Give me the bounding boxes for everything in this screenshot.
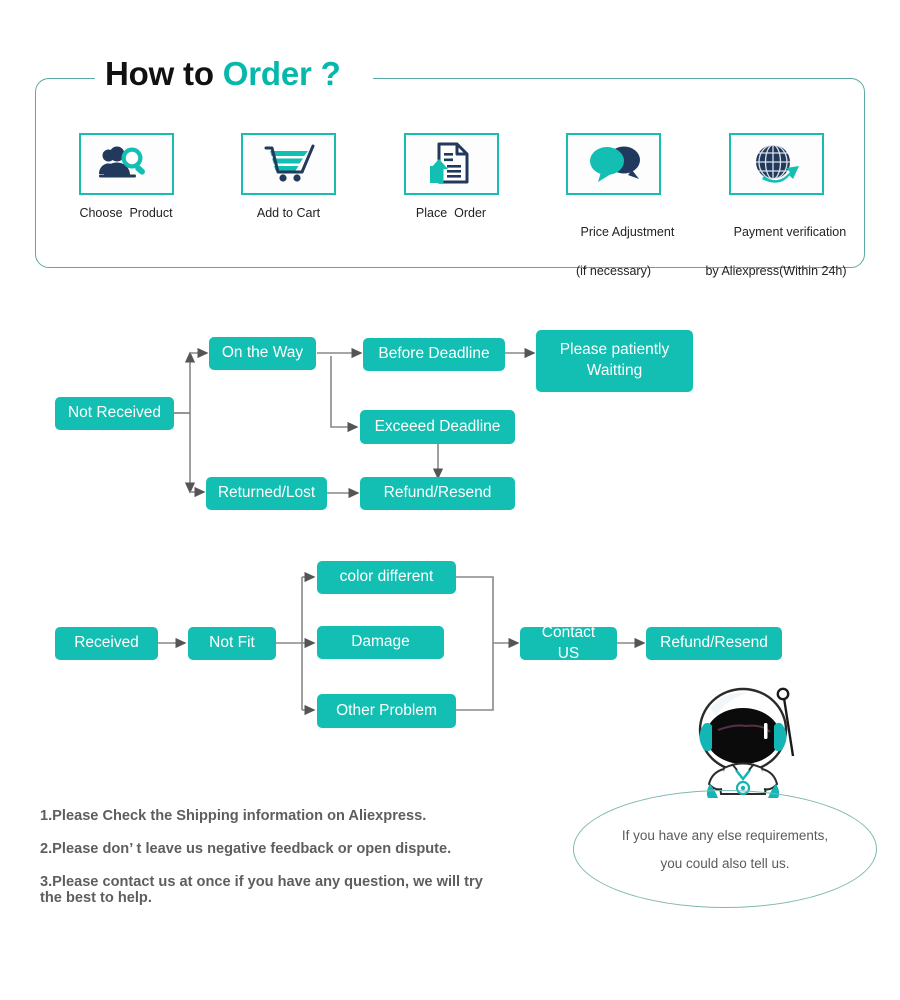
step-choose-product[interactable]: Choose Product xyxy=(45,133,207,223)
steps-row: Choose Product Add to Cart Place Order P… xyxy=(45,133,857,320)
note-3-line-1: 3.Please contact us at once if you have … xyxy=(40,874,483,891)
step-label-main: Price Adjustment xyxy=(580,225,675,240)
bubble-line-2: you could also tell us. xyxy=(660,856,790,872)
page-title: How to Order ? xyxy=(105,55,341,93)
requirements-bubble-text: If you have any else requirements, you c… xyxy=(573,822,877,879)
globe-arrow-icon xyxy=(756,144,799,183)
step-price-adjustment[interactable]: Price Adjustment (if necessary) xyxy=(533,133,695,320)
note-2: 2.Please don’ t leave us negative feedba… xyxy=(40,841,452,858)
node-contact-us[interactable]: Contact US xyxy=(520,624,617,662)
bubble-line-1: If you have any else requirements, xyxy=(621,828,829,843)
step-place-order[interactable]: Place Order xyxy=(370,133,532,223)
node-returned-lost[interactable]: Returned/Lost xyxy=(206,477,327,510)
node-please-patiently-waiting[interactable]: Please patiently Waitting xyxy=(536,330,693,392)
notes-list: 1.Please Check the Shipping information … xyxy=(40,808,600,906)
step-icon-box xyxy=(403,133,499,195)
step-label: Payment verification by Aliexpress(Withi… xyxy=(695,204,857,320)
step-label: Price Adjustment (if necessary) xyxy=(533,204,695,320)
note-1: 1.Please Check the Shipping information … xyxy=(40,808,427,824)
step-label: Choose Product xyxy=(79,206,173,220)
person-search-icon xyxy=(99,146,145,178)
speech-bubbles-icon xyxy=(589,146,640,182)
step-label-sub: (if necessary) xyxy=(575,264,652,279)
node-not-received[interactable]: Not Received xyxy=(55,397,174,430)
step-payment-verification[interactable]: Payment verification by Aliexpress(Withi… xyxy=(695,133,857,320)
node-refund-resend-2[interactable]: Refund/Resend xyxy=(646,627,782,660)
node-received[interactable]: Received xyxy=(55,627,158,660)
step-icon-box xyxy=(566,133,661,195)
shopping-cart-icon xyxy=(264,144,314,182)
step-label-main: Payment verification xyxy=(733,225,847,240)
step-add-to-cart[interactable]: Add to Cart xyxy=(208,133,370,223)
node-refund-resend-1[interactable]: Refund/Resend xyxy=(360,477,515,510)
step-icon-box xyxy=(241,133,336,195)
astronaut-icon xyxy=(698,687,795,798)
astronaut-mascot xyxy=(688,668,808,798)
note-3-line-2: the best to help. xyxy=(40,890,152,907)
step-label-sub: by Aliexpress(Within 24h) xyxy=(705,264,847,279)
node-damage[interactable]: Damage xyxy=(317,626,444,659)
page-title-prefix: How to xyxy=(105,55,223,92)
node-other-problem[interactable]: Other Problem xyxy=(317,694,456,728)
how-to-order-infographic: How to Order ? Choose Product Add to Car… xyxy=(0,0,900,1000)
step-icon-box xyxy=(728,133,824,195)
step-label: Place Order xyxy=(415,206,487,220)
node-not-fit[interactable]: Not Fit xyxy=(188,627,276,660)
node-color-different[interactable]: color different xyxy=(317,561,456,594)
node-on-the-way[interactable]: On the Way xyxy=(209,337,316,370)
note-3: 3.Please contact us at once if you have … xyxy=(40,874,600,906)
page-title-accent: Order ? xyxy=(222,55,341,92)
document-upload-icon xyxy=(430,142,469,184)
step-icon-box xyxy=(78,133,174,195)
step-label: Add to Cart xyxy=(256,206,321,220)
node-exceed-deadline[interactable]: Exceeed Deadline xyxy=(360,410,515,444)
node-before-deadline[interactable]: Before Deadline xyxy=(363,338,505,371)
